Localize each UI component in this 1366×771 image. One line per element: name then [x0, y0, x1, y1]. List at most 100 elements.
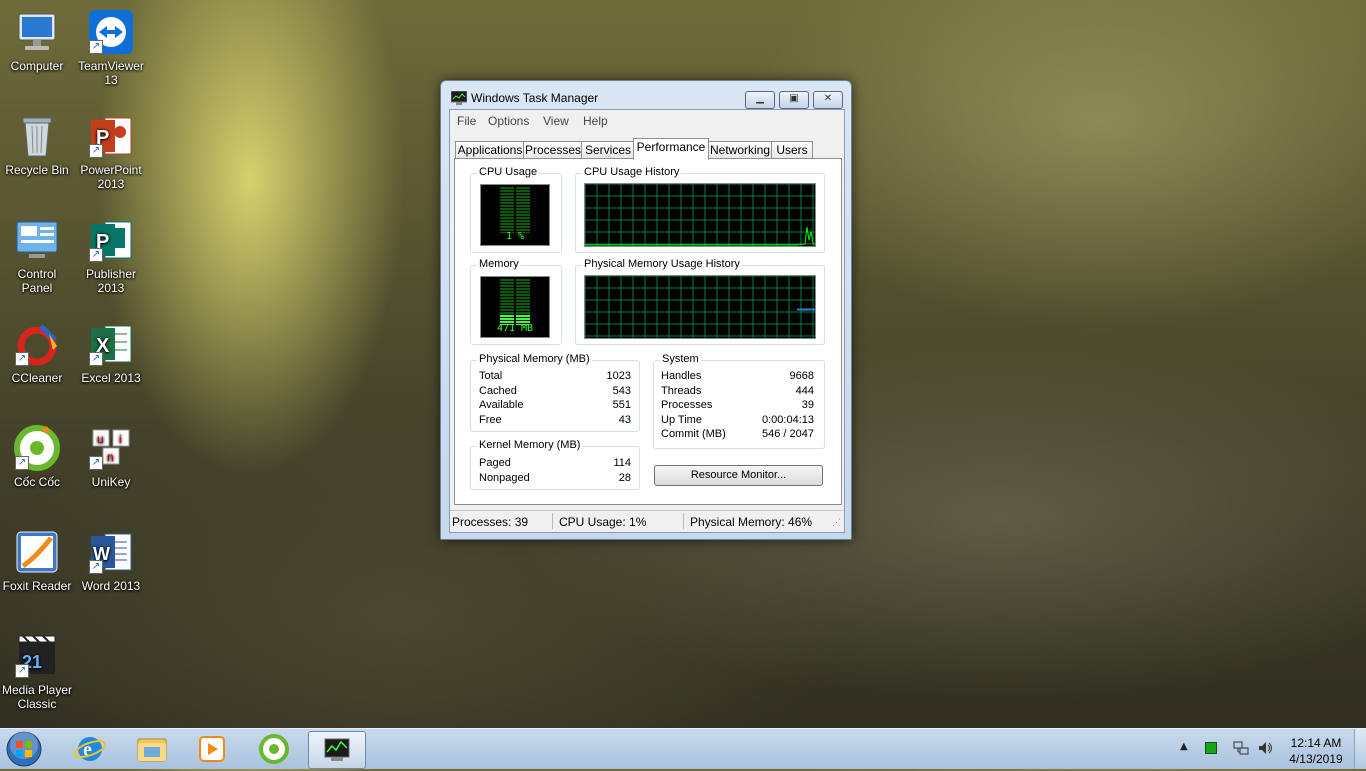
- memory-meter-segment: [500, 279, 514, 281]
- restore-button[interactable]: ▣: [779, 91, 809, 109]
- excel-icon: X ↗: [87, 320, 135, 368]
- cpu-history-line: [585, 226, 816, 246]
- stat-value: 39: [801, 399, 814, 411]
- taskbar: e ▲ 12:14 AM 4/13/2019: [0, 728, 1366, 769]
- tab-processes[interactable]: Processes: [523, 141, 583, 159]
- volume-icon[interactable]: [1257, 740, 1273, 756]
- stat-value: 444: [795, 385, 814, 397]
- task-manager-app-icon: [450, 90, 468, 105]
- desktop-icon-label: Excel 2013: [81, 371, 141, 385]
- resize-grip-icon[interactable]: ⋰: [832, 517, 841, 528]
- title-bar[interactable]: Windows Task Manager ▁ ▣ ✕: [441, 81, 851, 109]
- svg-text:n: n: [107, 450, 114, 464]
- taskbar-task-manager[interactable]: [308, 731, 366, 769]
- desktop-icon-foxit-reader[interactable]: Foxit Reader: [0, 528, 74, 593]
- desktop-icon-powerpoint[interactable]: P ↗ PowerPoint 2013: [74, 112, 148, 191]
- cpu-meter-segment: [500, 202, 514, 204]
- desktop-icon-recycle-bin[interactable]: Recycle Bin: [0, 112, 74, 177]
- tray-green-status-icon[interactable]: [1205, 742, 1217, 754]
- cpu-meter-segment: [516, 223, 530, 225]
- memory-meter-segment: [500, 306, 514, 308]
- memory-history-title: Physical Memory Usage History: [582, 258, 742, 270]
- tab-networking[interactable]: Networking: [707, 141, 773, 159]
- desktop-icon-ccleaner[interactable]: ↗ CCleaner: [0, 320, 74, 385]
- menu-bar: File Options View Help: [450, 110, 844, 130]
- cpu-meter-segment: [516, 220, 530, 222]
- show-desktop-button[interactable]: [1354, 729, 1366, 769]
- cpu-usage-value: 1 %: [505, 231, 525, 242]
- menu-options[interactable]: Options: [488, 114, 529, 128]
- cpu-meter-segment: [500, 190, 514, 192]
- stat-label: Nonpaged: [479, 472, 530, 484]
- desktop-icon-label: Word 2013: [81, 579, 141, 593]
- memory-meter-segment: [516, 294, 530, 296]
- desktop-icon-unikey[interactable]: u in ↗ UniKey: [74, 424, 148, 489]
- svg-text:u: u: [97, 432, 104, 446]
- cpu-meter-segment: [516, 205, 530, 207]
- desktop-icon-excel[interactable]: X ↗ Excel 2013: [74, 320, 148, 385]
- tab-applications[interactable]: Applications: [455, 141, 525, 159]
- cpu-history-graph: [584, 183, 816, 247]
- menu-view[interactable]: View: [543, 114, 569, 128]
- coc-coc-icon: [259, 734, 289, 764]
- memory-meter-segment: [500, 312, 514, 314]
- status-cpu: CPU Usage: 1%: [559, 515, 647, 529]
- shortcut-arrow-icon: ↗: [89, 144, 103, 158]
- tab-services[interactable]: Services: [581, 141, 635, 159]
- computer-icon: [13, 8, 61, 56]
- minimize-button[interactable]: ▁: [745, 91, 775, 109]
- restore-icon: ▣: [789, 93, 799, 104]
- cpu-meter-segment: [516, 217, 530, 219]
- memory-history-graph: [584, 275, 816, 339]
- stat-label: Threads: [661, 385, 702, 397]
- memory-meter-segment: [516, 291, 530, 293]
- memory-meter-segment: [516, 309, 530, 311]
- memory-meter-segment: [516, 312, 530, 314]
- task-manager-window[interactable]: Windows Task Manager ▁ ▣ ✕ File Options …: [440, 80, 852, 540]
- desktop-icon-computer[interactable]: Computer: [0, 8, 74, 73]
- shortcut-arrow-icon: ↗: [89, 456, 103, 470]
- memory-meter-segment: [500, 309, 514, 311]
- memory-meter-segment: [516, 306, 530, 308]
- cpu-meter-segment: [500, 199, 514, 201]
- stat-value: 43: [618, 414, 631, 426]
- teamviewer-icon: ↗: [87, 8, 135, 56]
- desktop-icon-control-panel[interactable]: Control Panel: [0, 216, 74, 295]
- cpu-meter-segment: [500, 208, 514, 210]
- cpu-meter-segment: [516, 199, 530, 201]
- desktop-icon-word[interactable]: W ↗ Word 2013: [74, 528, 148, 593]
- taskbar-file-explorer[interactable]: [124, 731, 180, 767]
- menu-file[interactable]: File: [457, 114, 476, 128]
- memory-meter-segment: [516, 318, 530, 320]
- taskbar-clock[interactable]: 12:14 AM 4/13/2019: [1276, 735, 1356, 767]
- memory-meter-segment: [500, 285, 514, 287]
- menu-help[interactable]: Help: [583, 114, 608, 128]
- taskbar-coc-coc[interactable]: [246, 731, 302, 767]
- resource-monitor-button[interactable]: Resource Monitor...: [654, 465, 823, 486]
- tab-performance[interactable]: Performance: [633, 138, 709, 160]
- stat-value: 543: [612, 385, 631, 397]
- desktop-icon-media-player-classic[interactable]: 21 ↗ Media Player Classic: [0, 632, 74, 711]
- desktop-icon-label: 13: [104, 73, 118, 87]
- clock-time: 12:14 AM: [1290, 736, 1342, 750]
- network-icon[interactable]: [1233, 740, 1249, 756]
- taskbar-internet-explorer[interactable]: e: [62, 731, 118, 767]
- start-button[interactable]: [4, 730, 44, 768]
- memory-meter-segment: [500, 297, 514, 299]
- desktop-icon-teamviewer[interactable]: ↗ TeamViewer 13: [74, 8, 148, 87]
- memory-meter-segment: [500, 300, 514, 302]
- tab-users[interactable]: Users: [771, 141, 813, 159]
- stat-value: 0:00:04:13: [762, 414, 814, 426]
- unikey-icon: u in ↗: [87, 424, 135, 472]
- memory-history-group: Physical Memory Usage History: [575, 258, 825, 345]
- memory-meter-segment: [500, 303, 514, 305]
- taskbar-media-player[interactable]: [184, 731, 240, 767]
- desktop-icon-coc-coc[interactable]: ↗ Cốc Cốc: [0, 424, 74, 489]
- cpu-meter-segment: [516, 226, 530, 228]
- show-hidden-icons-button[interactable]: ▲: [1180, 741, 1188, 752]
- stat-label: Free: [479, 414, 502, 426]
- desktop-icon-label: Classic: [17, 697, 57, 711]
- desktop-icon-publisher[interactable]: P ↗ Publisher 2013: [74, 216, 148, 295]
- close-button[interactable]: ✕: [813, 91, 843, 109]
- kernel-memory-group: Kernel Memory (MB) Paged 114 Nonpaged 28: [470, 439, 640, 490]
